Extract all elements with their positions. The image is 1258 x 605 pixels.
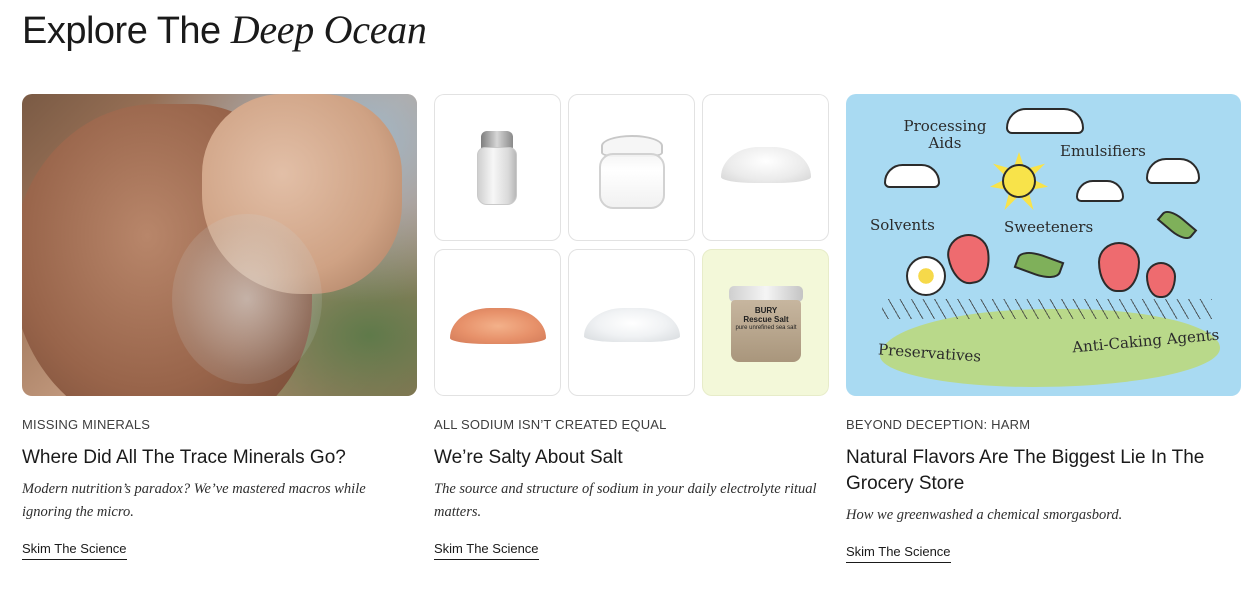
salt-shaker-tile	[434, 94, 561, 241]
drinking-water-photo[interactable]	[22, 94, 417, 396]
tub-brand: BURY	[754, 306, 778, 315]
illustration-grass	[882, 299, 1212, 319]
strawberry-icon	[1098, 242, 1140, 292]
label-processing-aids: Processing Aids	[903, 117, 987, 152]
fine-salt-tile	[702, 94, 829, 241]
fine-salt-pile-icon	[720, 147, 811, 183]
leaf-icon	[1013, 246, 1065, 284]
salt-image-grid[interactable]: BURY Rescue Salt pure unrefined sea salt	[434, 94, 829, 396]
tub-label: BURY Rescue Salt pure unrefined sea salt	[735, 306, 797, 333]
natural-flavors-illustration[interactable]: Processing Aids Emulsifiers Solvents Swe…	[846, 94, 1241, 396]
article-card-salty-about-salt[interactable]: BURY Rescue Salt pure unrefined sea salt…	[434, 94, 829, 560]
card-title[interactable]: Where Did All The Trace Minerals Go?	[22, 445, 417, 471]
label-solvents: Solvents	[870, 216, 935, 234]
article-card-natural-flavors[interactable]: Processing Aids Emulsifiers Solvents Swe…	[846, 94, 1241, 563]
skim-the-science-link[interactable]: Skim The Science	[846, 544, 951, 563]
card-description: How we greenwashed a chemical smorgasbor…	[846, 507, 1123, 523]
cloud-icon	[884, 164, 940, 188]
salt-jar-tile	[568, 94, 695, 241]
cloud-icon	[1006, 108, 1084, 134]
tub-subtitle: pure unrefined sea salt	[735, 325, 797, 331]
card-kicker: MISSING MINERALS	[22, 417, 151, 432]
salt-shaker-icon	[477, 131, 517, 205]
card-description: The source and structure of sodium in yo…	[434, 481, 817, 520]
daisy-icon	[906, 256, 946, 296]
label-sweeteners: Sweeteners	[1004, 218, 1094, 236]
rescue-salt-tub-icon: BURY Rescue Salt pure unrefined sea salt	[729, 286, 803, 362]
glass-jar-icon	[599, 135, 665, 209]
cloud-icon	[1076, 180, 1124, 202]
coarse-salt-pile-icon	[583, 308, 680, 342]
card-title[interactable]: We’re Salty About Salt	[434, 445, 829, 471]
skim-the-science-link[interactable]: Skim The Science	[22, 541, 127, 560]
strawberry-icon	[943, 230, 995, 288]
label-emulsifiers: Emulsifiers	[1060, 142, 1146, 160]
photo-water-splash	[172, 214, 322, 384]
coarse-salt-tile	[568, 249, 695, 396]
card-kicker: ALL SODIUM ISN’T CREATED EQUAL	[434, 417, 667, 432]
sun-icon	[990, 152, 1048, 210]
cloud-icon	[1146, 158, 1200, 184]
pink-salt-tile	[434, 249, 561, 396]
section-heading-italic: Deep Ocean	[230, 7, 427, 52]
leaf-icon	[1156, 205, 1198, 245]
card-kicker: BEYOND DECEPTION: HARM	[846, 417, 1031, 432]
section-heading: Explore The Deep Ocean	[22, 6, 427, 53]
card-title[interactable]: Natural Flavors Are The Biggest Lie In T…	[846, 445, 1241, 497]
article-card-missing-minerals[interactable]: MISSING MINERALS Where Did All The Trace…	[22, 94, 417, 560]
card-description: Modern nutrition’s paradox? We’ve master…	[22, 481, 366, 520]
rescue-salt-tile: BURY Rescue Salt pure unrefined sea salt	[702, 249, 829, 396]
section-heading-plain: Explore The	[22, 10, 221, 52]
skim-the-science-link[interactable]: Skim The Science	[434, 541, 539, 560]
pink-salt-pile-icon	[449, 308, 546, 344]
tub-product-name: Rescue Salt	[743, 315, 789, 324]
strawberry-icon	[1146, 262, 1176, 298]
